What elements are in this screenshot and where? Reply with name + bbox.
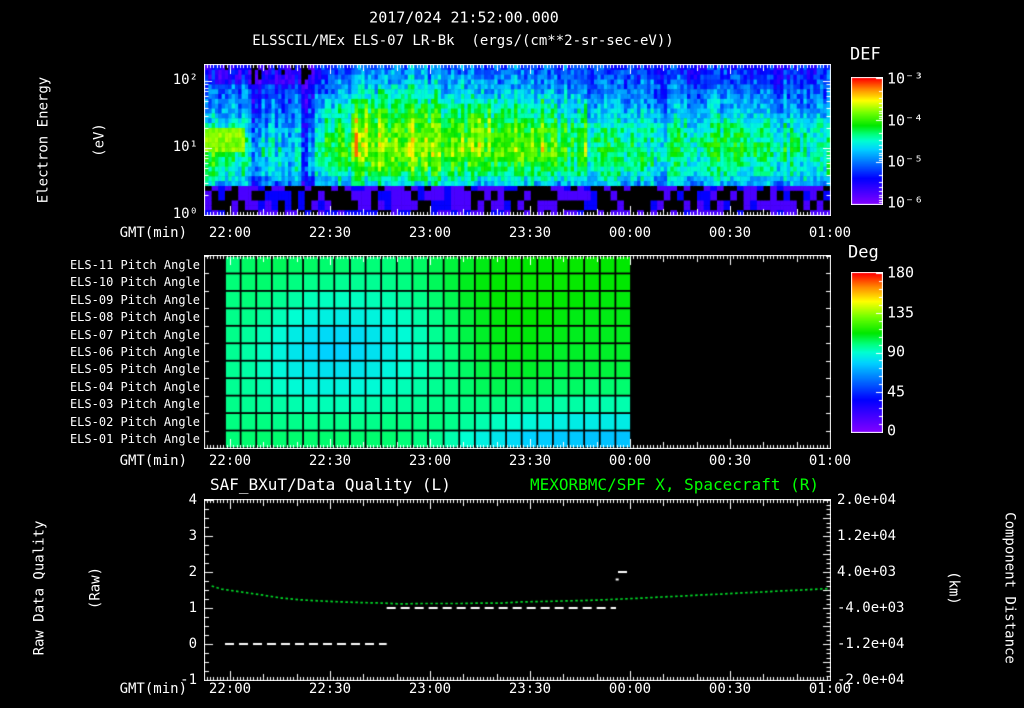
- deg-colorbar-tick-label: 45: [887, 382, 906, 400]
- bottom-right-title: MEXORBMC/SPF X, Spacecraft (R): [530, 475, 819, 494]
- distance-y-tick-label: -4.0e+03: [837, 600, 905, 616]
- distance-y-tick-label: -1.2e+04: [837, 636, 905, 652]
- x-tick-label: 22:30: [308, 681, 352, 697]
- page-subtitle: ELSSCIL/MEx ELS-07 LR-Bk (ergs/(cm**2-sr…: [252, 33, 674, 49]
- plot-page: 2017/024 21:52:00.000 ELSSCIL/MEx ELS-07…: [0, 0, 1024, 708]
- x-tick-label: 00:30: [708, 453, 752, 469]
- x-tick-label: 01:00: [808, 453, 852, 469]
- pitch-row-label: ELS-10 Pitch Angle: [69, 275, 200, 290]
- gmt-axis-label: GMT(min): [119, 225, 187, 241]
- pitch-row-label: ELS-04 Pitch Angle: [69, 379, 200, 394]
- x-tick-label: 23:30: [508, 681, 552, 697]
- x-tick-label: 22:30: [308, 225, 352, 241]
- quality-y-tick-label: 4: [188, 492, 197, 508]
- spectrogram-y-tick-label: 10⁰: [172, 206, 198, 222]
- x-tick-label: 01:00: [808, 225, 852, 241]
- x-tick-label: 00:30: [708, 225, 752, 241]
- electron-energy-spectrogram-canvas: [204, 64, 831, 216]
- distance-y-axis-label-line2: (km): [945, 571, 962, 605]
- deg-colorbar-tick-label: 90: [887, 342, 906, 361]
- gmt-axis-label: GMT(min): [119, 453, 187, 469]
- distance-y-tick-label: 2.0e+04: [837, 492, 897, 508]
- x-tick-label: 22:30: [308, 453, 352, 469]
- x-tick-label: 00:00: [608, 225, 652, 241]
- quality-y-tick-label: 1: [188, 600, 197, 616]
- x-tick-label: 22:00: [208, 453, 252, 469]
- distance-y-axis-label-line1: Component Distance: [1001, 512, 1018, 664]
- quality-y-axis-label-line2: (Raw): [87, 566, 104, 610]
- def-colorbar-tick-label: 10⁻⁴: [887, 111, 924, 129]
- bottom-left-title: SAF_BXuT/Data Quality (L): [210, 475, 451, 494]
- quality-y-tick-label: 3: [188, 528, 197, 544]
- quality-y-tick-label: 0: [188, 636, 197, 652]
- pitch-row-label: ELS-08 Pitch Angle: [69, 310, 200, 325]
- pitch-row-label: ELS-01 Pitch Angle: [69, 432, 200, 447]
- spectrogram-y-axis-label-line2: (eV): [91, 123, 108, 157]
- spectrogram-y-axis-label: Electron Energy (eV): [0, 77, 148, 203]
- distance-y-axis-label: Component Distance (km): [905, 512, 1024, 664]
- x-tick-label: 22:00: [208, 681, 252, 697]
- quality-y-axis-label-line1: Raw Data Quality: [31, 520, 48, 656]
- pitch-row-label: ELS-06 Pitch Angle: [69, 344, 200, 359]
- def-colorbar-tick-label: 10⁻³: [887, 69, 924, 88]
- quality-y-axis-label: Raw Data Quality (Raw): [0, 521, 144, 656]
- spectrogram-y-tick-label: 10²: [172, 72, 198, 88]
- distance-y-tick-label: -2.0e+04: [837, 672, 905, 688]
- pitch-row-label: ELS-09 Pitch Angle: [69, 292, 200, 307]
- x-tick-label: 23:30: [508, 225, 552, 241]
- x-tick-label: 23:00: [408, 225, 452, 241]
- spectrogram-y-tick-label: 10¹: [172, 139, 198, 155]
- pitch-row-label: ELS-02 Pitch Angle: [69, 414, 200, 429]
- def-colorbar-tick-label: 10⁻⁶: [887, 193, 924, 212]
- deg-colorbar-tick-label: 0: [887, 421, 897, 440]
- pitch-row-label: ELS-05 Pitch Angle: [69, 362, 200, 377]
- pitch-row-label: ELS-07 Pitch Angle: [69, 327, 200, 342]
- pitch-row-label: ELS-11 Pitch Angle: [69, 257, 200, 272]
- def-colorbar-tick-label: 10⁻⁵: [887, 152, 924, 171]
- quality-y-tick-label: 2: [188, 564, 197, 580]
- pitch-angle-heatmap-canvas: [204, 255, 831, 449]
- quality-distance-plot-canvas: [204, 499, 831, 681]
- deg-colorbar-canvas: [851, 272, 883, 433]
- def-colorbar-canvas: [851, 77, 883, 205]
- distance-y-tick-label: 1.2e+04: [837, 528, 897, 544]
- x-tick-label: 00:00: [608, 453, 652, 469]
- x-tick-label: 23:30: [508, 453, 552, 469]
- def-colorbar-title: DEF: [850, 44, 881, 65]
- pitch-row-label: ELS-03 Pitch Angle: [69, 397, 200, 412]
- distance-y-tick-label: 4.0e+03: [837, 564, 897, 580]
- spectrogram-y-axis-label-line1: Electron Energy: [35, 76, 52, 204]
- page-title: 2017/024 21:52:00.000: [369, 8, 559, 27]
- x-tick-label: 23:00: [408, 681, 452, 697]
- quality-y-tick-label: -1: [180, 672, 197, 688]
- deg-colorbar-title: Deg: [848, 242, 879, 263]
- x-tick-label: 22:00: [208, 225, 252, 241]
- deg-colorbar-tick-label: 135: [887, 303, 915, 321]
- gmt-axis-label: GMT(min): [119, 681, 187, 697]
- deg-colorbar-tick-label: 180: [887, 263, 915, 282]
- x-tick-label: 00:00: [608, 681, 652, 697]
- x-tick-label: 23:00: [408, 453, 452, 469]
- x-tick-label: 00:30: [708, 681, 752, 697]
